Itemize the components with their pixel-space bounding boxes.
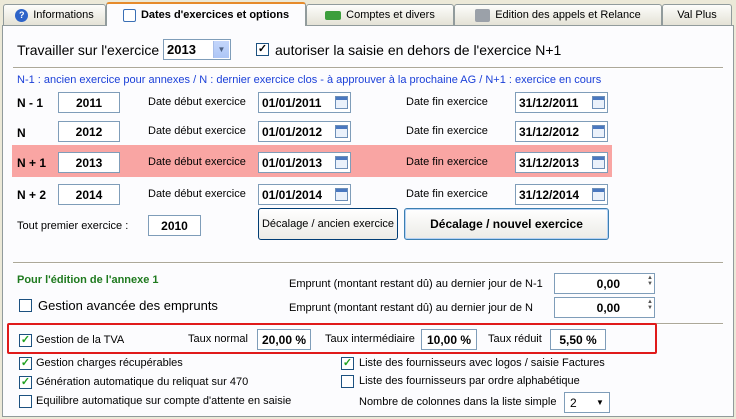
- spinner-icon[interactable]: ▲ ▼: [647, 275, 653, 293]
- first-exercise-field[interactable]: 2010: [148, 215, 201, 236]
- tab-label: Informations: [33, 9, 94, 21]
- start-date-n-1[interactable]: 01/01/2011: [258, 92, 351, 113]
- year-field-n-plus-1[interactable]: 2013: [58, 152, 120, 173]
- end-date-n-plus-2[interactable]: 31/12/2014: [515, 184, 608, 205]
- columns-select[interactable]: 2 ▼: [564, 392, 610, 413]
- calendar-icon[interactable]: [592, 156, 605, 169]
- loan-n-label: Emprunt (montant restant dû) au dernier …: [289, 302, 533, 314]
- equilibre-label: Equilibre automatique sur compte d'atten…: [36, 395, 292, 407]
- shift-old-exercise-button[interactable]: Décalage / ancien exercice: [258, 208, 398, 240]
- year-field-n-plus-2[interactable]: 2014: [58, 184, 120, 205]
- date-value: 31/12/2014: [519, 187, 580, 202]
- annexe-title: Pour l'édition de l'annexe 1: [17, 274, 159, 286]
- tab-edition-appels[interactable]: Edition des appels et Relance: [454, 4, 662, 25]
- calendar-icon: [122, 8, 136, 22]
- advanced-loans-checkbox[interactable]: [19, 299, 32, 312]
- printer-icon: [475, 8, 491, 22]
- reliquat-checkbox[interactable]: ✓: [19, 376, 32, 389]
- row-label-n-plus-1: N + 1: [17, 156, 47, 170]
- tab-label: Dates d'exercices et options: [140, 9, 290, 21]
- work-year-value: 2013: [167, 42, 196, 57]
- divider: [13, 67, 723, 69]
- date-value: 01/01/2011: [262, 95, 322, 110]
- tva-highlight-frame: [7, 323, 657, 354]
- equilibre-checkbox[interactable]: [19, 395, 32, 408]
- calendar-icon[interactable]: [592, 96, 605, 109]
- year-field-n-1[interactable]: 2011: [58, 92, 120, 113]
- chevron-down-icon: ▼: [596, 398, 604, 407]
- first-exercise-label: Tout premier exercice :: [17, 220, 129, 232]
- tab-comptes-divers[interactable]: Comptes et divers: [306, 4, 454, 25]
- loan-n-1-label: Emprunt (montant restant dû) au dernier …: [289, 278, 543, 290]
- allow-outside-checkbox[interactable]: ✓: [256, 43, 269, 56]
- calendar-icon[interactable]: [335, 156, 348, 169]
- supplier-logos-checkbox[interactable]: ✓: [341, 357, 354, 370]
- supplier-alpha-checkbox[interactable]: [341, 375, 354, 388]
- row-label-n-plus-2: N + 2: [17, 188, 47, 202]
- calendar-icon[interactable]: [335, 125, 348, 138]
- row-label-n-1: N - 1: [17, 96, 44, 110]
- end-date-label: Date fin exercice: [406, 96, 488, 108]
- start-date-n-plus-1[interactable]: 01/01/2013: [258, 152, 351, 173]
- start-date-n[interactable]: 01/01/2012: [258, 121, 351, 142]
- spinner-icon[interactable]: ▲ ▼: [647, 299, 653, 317]
- work-year-select[interactable]: 2013 ▼: [163, 39, 231, 60]
- end-date-n-plus-1[interactable]: 31/12/2013: [515, 152, 608, 173]
- calendar-icon[interactable]: [335, 96, 348, 109]
- calendar-icon[interactable]: [592, 125, 605, 138]
- date-value: 31/12/2013: [519, 155, 580, 170]
- date-value: 31/12/2011: [519, 95, 579, 110]
- shift-new-exercise-button[interactable]: Décalage / nouvel exercice: [404, 208, 609, 240]
- end-date-label: Date fin exercice: [406, 125, 488, 137]
- date-value: 01/01/2013: [262, 155, 323, 170]
- date-value: 31/12/2012: [519, 124, 580, 139]
- loan-value: 0,00: [596, 276, 620, 291]
- cash-icon: [325, 10, 342, 20]
- end-date-label: Date fin exercice: [406, 188, 488, 200]
- divider: [13, 262, 723, 264]
- chevron-down-icon: ▼: [213, 41, 229, 58]
- start-date-label: Date début exercice: [148, 125, 246, 137]
- tab-label: Edition des appels et Relance: [495, 9, 641, 21]
- end-date-n-1[interactable]: 31/12/2011: [515, 92, 608, 113]
- exercise-legend: N-1 : ancien exercice pour annexes / N :…: [17, 74, 602, 86]
- loan-value: 0,00: [596, 300, 620, 315]
- tab-dates-exercices[interactable]: Dates d'exercices et options: [106, 2, 306, 26]
- calendar-icon[interactable]: [335, 188, 348, 201]
- tab-val-plus[interactable]: Val Plus: [662, 4, 732, 25]
- tab-informations[interactable]: ? Informations: [3, 4, 106, 25]
- tab-label: Val Plus: [677, 9, 717, 21]
- advanced-loans-label: Gestion avancée des emprunts: [38, 298, 218, 313]
- reliquat-label: Génération automatique du reliquat sur 4…: [36, 376, 249, 388]
- end-date-label: Date fin exercice: [406, 156, 488, 168]
- calendar-icon[interactable]: [592, 188, 605, 201]
- tab-label: Comptes et divers: [346, 9, 435, 21]
- date-value: 01/01/2014: [262, 187, 323, 202]
- start-date-n-plus-2[interactable]: 01/01/2014: [258, 184, 351, 205]
- loan-n-1-field[interactable]: 0,00 ▲ ▼: [554, 273, 655, 294]
- supplier-alpha-label: Liste des fournisseurs par ordre alphabé…: [359, 375, 580, 387]
- charges-label: Gestion charges récupérables: [36, 357, 183, 369]
- info-icon: ?: [15, 8, 29, 22]
- start-date-label: Date début exercice: [148, 96, 246, 108]
- allow-outside-label: autoriser la saisie en dehors de l'exerc…: [275, 42, 562, 58]
- charges-checkbox[interactable]: ✓: [19, 357, 32, 370]
- year-field-n[interactable]: 2012: [58, 121, 120, 142]
- date-value: 01/01/2012: [262, 124, 323, 139]
- row-label-n: N: [17, 126, 26, 140]
- supplier-logos-label: Liste des fournisseurs avec logos / sais…: [359, 357, 605, 369]
- columns-label: Nombre de colonnes dans la liste simple: [359, 396, 557, 408]
- work-year-label: Travailler sur l'exercice: [17, 42, 160, 58]
- end-date-n[interactable]: 31/12/2012: [515, 121, 608, 142]
- start-date-label: Date début exercice: [148, 156, 246, 168]
- start-date-label: Date début exercice: [148, 188, 246, 200]
- columns-value: 2: [570, 395, 577, 410]
- loan-n-field[interactable]: 0,00 ▲ ▼: [554, 297, 655, 318]
- options-panel: Travailler sur l'exercice 2013 ▼ ✓ autor…: [2, 25, 734, 417]
